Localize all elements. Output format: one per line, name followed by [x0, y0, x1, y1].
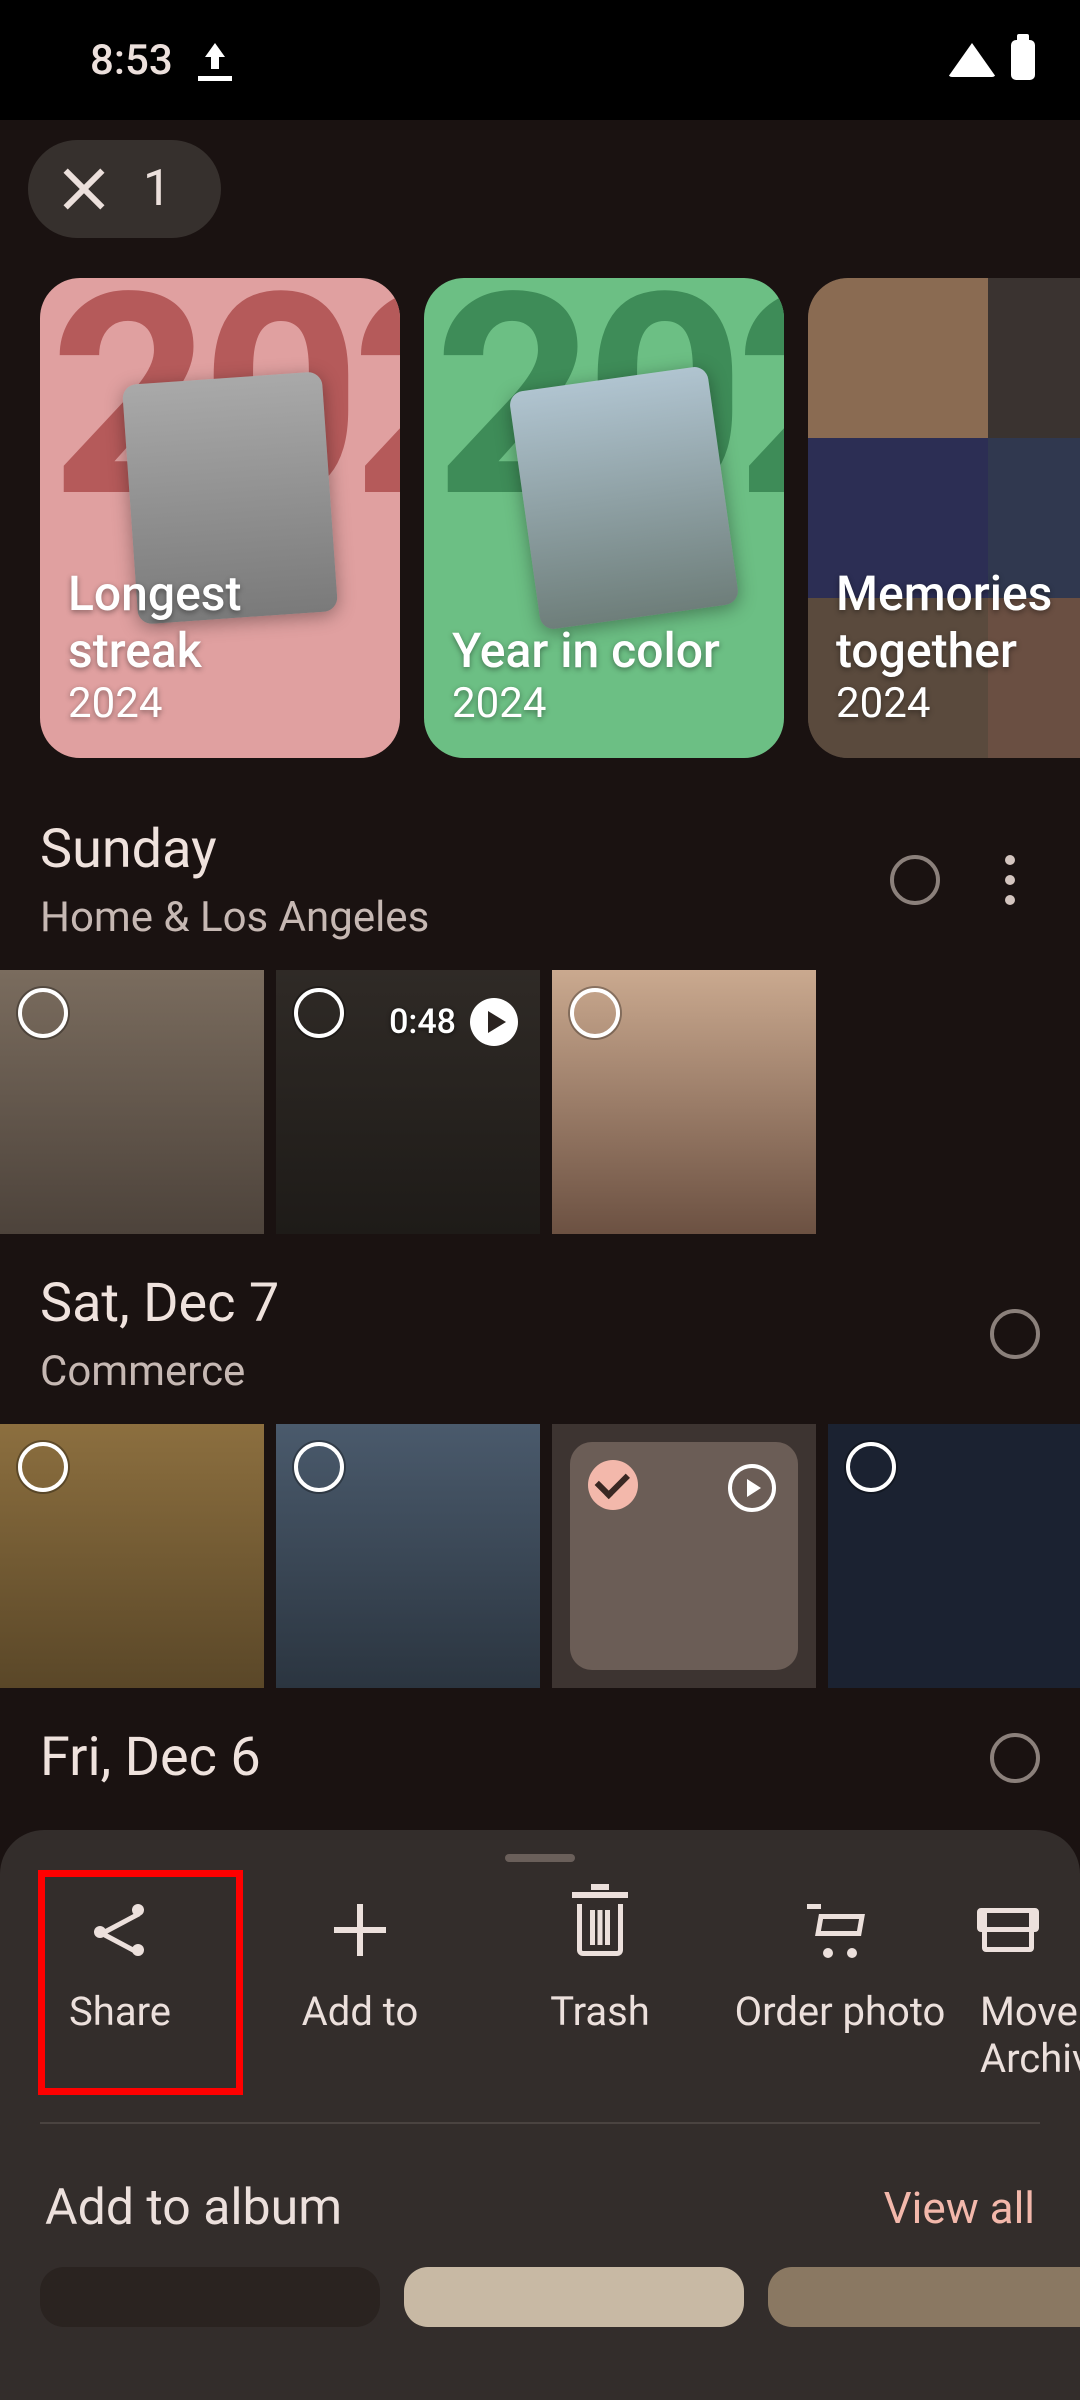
selection-ring[interactable]	[294, 1442, 344, 1492]
selection-ring[interactable]	[570, 988, 620, 1038]
memory-title: Longest streak	[68, 565, 372, 679]
action-label: Order photo	[735, 1988, 946, 2035]
memory-year: 2024	[68, 679, 372, 728]
selection-ring[interactable]	[18, 988, 68, 1038]
selection-ring[interactable]	[18, 1442, 68, 1492]
selection-ring[interactable]	[846, 1442, 896, 1492]
video-duration: 0:48	[389, 1002, 456, 1042]
select-day-ring[interactable]	[990, 1309, 1040, 1359]
album-row	[0, 2267, 1080, 2327]
memory-thumbnail	[508, 365, 739, 630]
bottom-sheet[interactable]: Share Add to Trash Order photo Move to A…	[0, 1830, 1080, 2400]
play-icon	[470, 998, 518, 1046]
date-header-sunday: Sunday Home & Los Angeles	[0, 788, 1080, 962]
status-time: 8:53	[90, 36, 173, 85]
share-action[interactable]: Share	[0, 1902, 240, 2082]
selection-ring[interactable]	[294, 988, 344, 1038]
photo-row	[0, 1416, 1080, 1696]
archive-icon	[982, 1908, 1034, 1952]
album-thumb[interactable]	[768, 2267, 1080, 2327]
memories-carousel[interactable]: Longest streak 2024 Year in color 2024 M…	[0, 248, 1080, 788]
date-primary: Sat, Dec 7	[40, 1272, 990, 1335]
motion-photo-icon	[728, 1464, 776, 1512]
plus-icon	[334, 1904, 386, 1956]
photo-thumb[interactable]	[0, 1424, 264, 1688]
subsection-title: Add to album	[45, 2179, 342, 2237]
wifi-icon	[948, 43, 996, 77]
photo-thumb-selected[interactable]	[552, 1424, 816, 1688]
selection-header: 1	[0, 120, 1080, 248]
date-header-sat-dec-7: Sat, Dec 7 Commerce	[0, 1242, 1080, 1416]
select-day-ring[interactable]	[990, 1733, 1040, 1783]
photo-thumb-video[interactable]: 0:48	[276, 970, 540, 1234]
album-thumb[interactable]	[40, 2267, 380, 2327]
date-secondary: Home & Los Angeles	[40, 893, 890, 942]
cart-icon	[813, 1906, 867, 1954]
share-icon	[92, 1902, 148, 1958]
select-day-ring[interactable]	[890, 855, 940, 905]
photo-thumb[interactable]	[552, 970, 816, 1234]
status-bar: 8:53	[0, 0, 1080, 120]
order-photo-action[interactable]: Order photo	[720, 1902, 960, 2082]
photo-row: 0:48	[0, 962, 1080, 1242]
action-label: Trash	[550, 1988, 650, 2035]
memory-year: 2024	[452, 679, 756, 728]
video-duration-badge: 0:48	[389, 998, 518, 1046]
memory-card-year-in-color[interactable]: Year in color 2024	[424, 278, 784, 758]
trash-icon	[577, 1904, 623, 1956]
photo-thumb[interactable]	[828, 1424, 1080, 1688]
selection-pill[interactable]: 1	[28, 140, 221, 238]
close-icon[interactable]	[60, 165, 108, 213]
upload-icon	[198, 43, 232, 77]
action-label: Archive	[980, 2035, 1080, 2082]
date-primary: Sunday	[40, 818, 890, 881]
date-primary: Fri, Dec 6	[40, 1726, 990, 1789]
action-label: Add to	[302, 1988, 419, 2035]
selection-count: 1	[143, 160, 171, 218]
date-header-fri-dec-6: Fri, Dec 6	[0, 1696, 1080, 1789]
action-row: Share Add to Trash Order photo Move to A…	[0, 1862, 1080, 2122]
action-label: Move to	[980, 1988, 1080, 2035]
view-all-link[interactable]: View all	[884, 2182, 1035, 2234]
sheet-handle[interactable]	[505, 1854, 575, 1862]
check-icon[interactable]	[588, 1460, 638, 1510]
photo-thumb[interactable]	[0, 970, 264, 1234]
memory-year: 2024	[836, 679, 1080, 728]
album-thumb[interactable]	[404, 2267, 744, 2327]
action-label: Share	[69, 1988, 171, 2035]
battery-icon	[1011, 40, 1035, 80]
photo-thumb[interactable]	[276, 1424, 540, 1688]
memory-card-longest-streak[interactable]: Longest streak 2024	[40, 278, 400, 758]
date-secondary: Commerce	[40, 1347, 990, 1396]
memory-title: Year in color	[452, 622, 756, 679]
add-to-album-header: Add to album View all	[0, 2124, 1080, 2267]
memory-title: Memories together	[836, 565, 1080, 679]
more-icon[interactable]	[980, 855, 1040, 905]
add-to-action[interactable]: Add to	[240, 1902, 480, 2082]
memory-card-memories-together[interactable]: Memories together 2024	[808, 278, 1080, 758]
move-to-archive-action[interactable]: Move to Archive	[960, 1902, 1080, 2082]
trash-action[interactable]: Trash	[480, 1902, 720, 2082]
